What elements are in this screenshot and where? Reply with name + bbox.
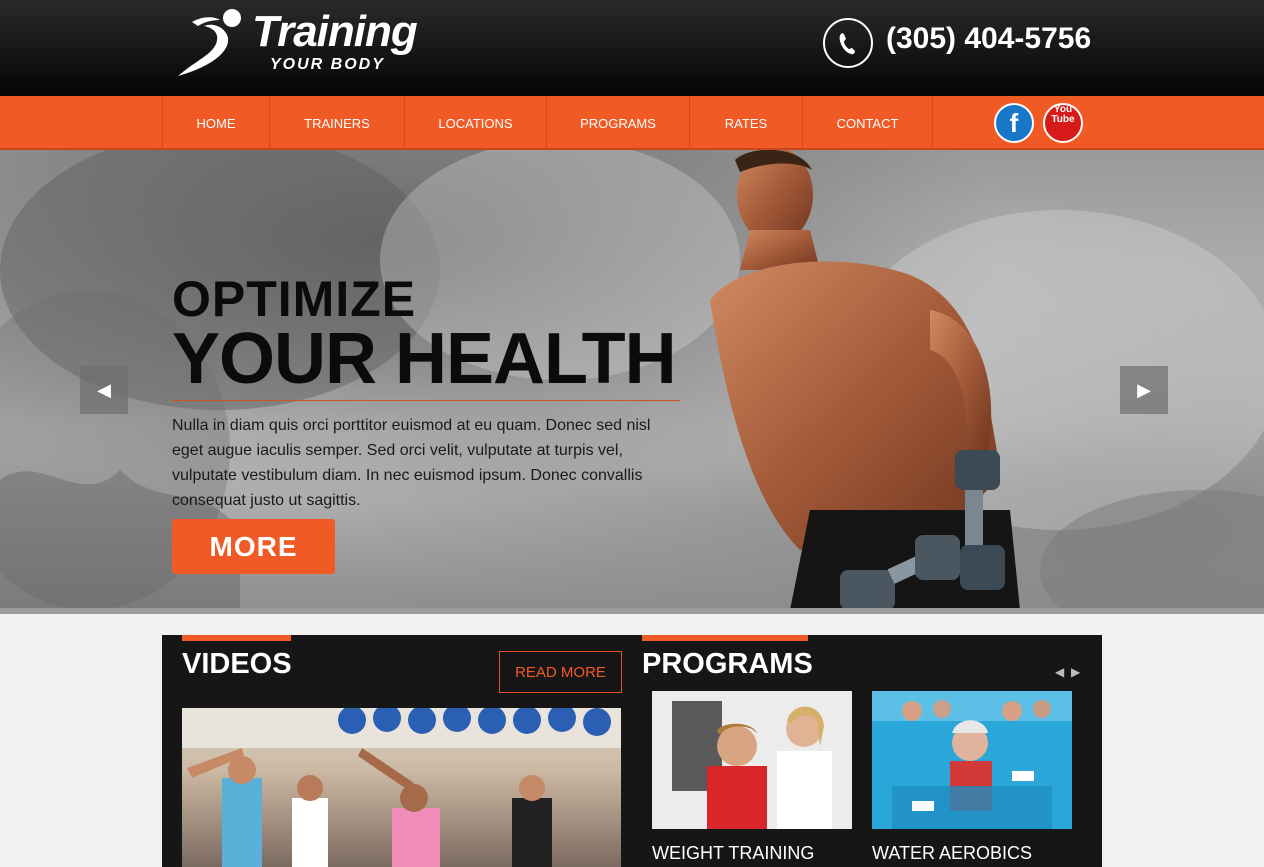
nav-item-rates[interactable]: RATES bbox=[690, 96, 803, 150]
video-thumbnail[interactable] bbox=[182, 708, 621, 867]
logo-subtitle: YOUR BODY bbox=[270, 56, 385, 73]
programs-prev-icon[interactable]: ◀ bbox=[1055, 665, 1064, 679]
nav-item-contact[interactable]: CONTACT bbox=[803, 96, 933, 150]
water-aerobics-photo bbox=[872, 691, 1072, 829]
hero-description: Nulla in diam quis orci porttitor euismo… bbox=[172, 417, 651, 509]
slider-next-button[interactable]: ▶ bbox=[1120, 366, 1168, 414]
hero-athlete-image bbox=[710, 150, 1020, 610]
chevron-right-icon: ▶ bbox=[1137, 379, 1151, 400]
programs-heading: PROGRAMS bbox=[642, 648, 813, 680]
videos-accent-bar bbox=[182, 635, 291, 641]
youtube-icon[interactable]: You Tube bbox=[1043, 103, 1083, 143]
aerobics-class-image bbox=[182, 708, 621, 867]
read-more-button[interactable]: READ MORE bbox=[499, 651, 622, 693]
phone-number[interactable]: (305) 404-5756 bbox=[886, 22, 1091, 56]
chevron-left-icon: ◀ bbox=[97, 379, 111, 400]
slider-prev-button[interactable]: ◀ bbox=[80, 366, 128, 414]
program-label-weight-training[interactable]: WEIGHT TRAINING bbox=[652, 843, 814, 864]
nav-item-trainers[interactable]: TRAINERS bbox=[270, 96, 405, 150]
water-aerobics-image[interactable] bbox=[872, 691, 1072, 829]
facebook-glyph: f bbox=[1009, 107, 1019, 138]
program-label-water-aerobics[interactable]: WATER AEROBICS bbox=[872, 843, 1032, 864]
nav-item-locations[interactable]: LOCATIONS bbox=[405, 96, 547, 150]
facebook-icon[interactable]: f bbox=[994, 103, 1034, 143]
weight-training-image[interactable] bbox=[652, 691, 852, 829]
weight-training-photo bbox=[652, 691, 852, 829]
more-button[interactable]: MORE bbox=[172, 519, 335, 574]
logo-title: Training bbox=[252, 7, 418, 56]
videos-heading: VIDEOS bbox=[182, 648, 292, 680]
phone-icon bbox=[823, 18, 873, 68]
programs-accent-bar bbox=[642, 635, 808, 641]
site-logo[interactable]: Training YOUR BODY bbox=[170, 4, 470, 84]
site-header: Training YOUR BODY (305) 404-5756 bbox=[0, 0, 1264, 96]
nav-item-home[interactable]: HOME bbox=[163, 96, 270, 150]
hero-title-line2: YOUR HEALTH bbox=[172, 319, 677, 399]
youtube-line2: Tube bbox=[1051, 114, 1075, 125]
nav-item-programs[interactable]: PROGRAMS bbox=[547, 96, 690, 150]
youtube-glyph-2: Tube bbox=[1045, 115, 1081, 151]
nav-list: HOME TRAINERS LOCATIONS PROGRAMS RATES C… bbox=[162, 96, 933, 150]
hero-divider bbox=[172, 400, 680, 401]
runner-logo-icon bbox=[178, 9, 241, 76]
programs-next-icon[interactable]: ▶ bbox=[1071, 665, 1080, 679]
